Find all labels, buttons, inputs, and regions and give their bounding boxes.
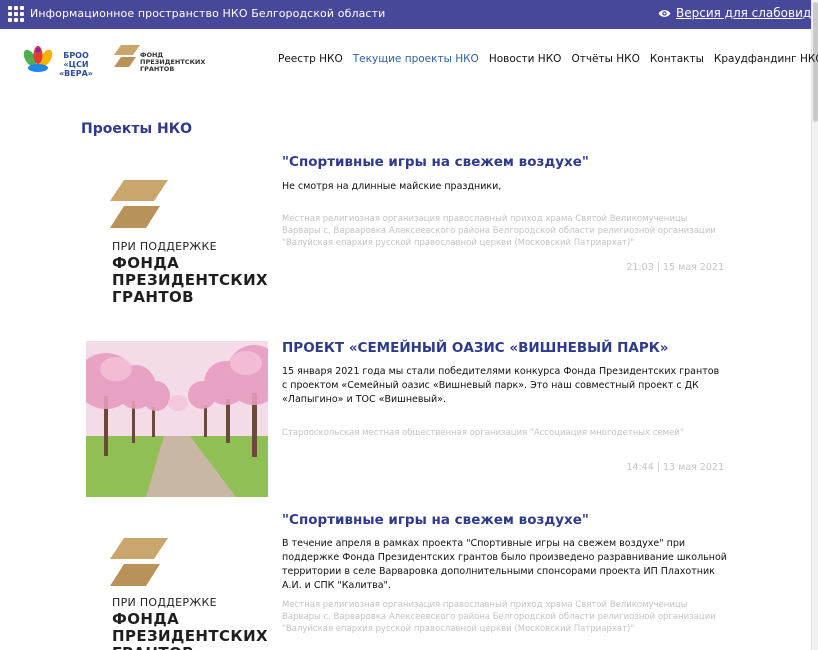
project-thumbnail[interactable]: ПРИ ПОДДЕРЖКЕ ФОНДА ПРЕЗИДЕНТСКИХ ГРАНТО…	[86, 530, 268, 650]
project-title[interactable]: "Спортивные игры на свежем воздухе"	[282, 512, 589, 528]
fpg-line-grants: ГРАНТОВ	[112, 645, 194, 650]
scrollbar[interactable]	[811, 0, 818, 650]
project-card: ПРИ ПОДДЕРЖКЕ ФОНДА ПРЕЗИДЕНТСКИХ ГРАНТО…	[0, 0, 811, 650]
presidential-grants-fund-mark-icon	[110, 538, 168, 586]
fpg-support-caption: ПРИ ПОДДЕРЖКЕ	[112, 596, 217, 609]
fpg-line-fonda: ФОНДА	[112, 610, 180, 628]
project-organization[interactable]: Местная религиозная организация правосла…	[282, 599, 727, 635]
fpg-line-presidential: ПРЕЗИДЕНТСКИХ	[112, 627, 268, 645]
project-excerpt: В течение апреля в рамках проекта "Спорт…	[282, 538, 727, 591]
